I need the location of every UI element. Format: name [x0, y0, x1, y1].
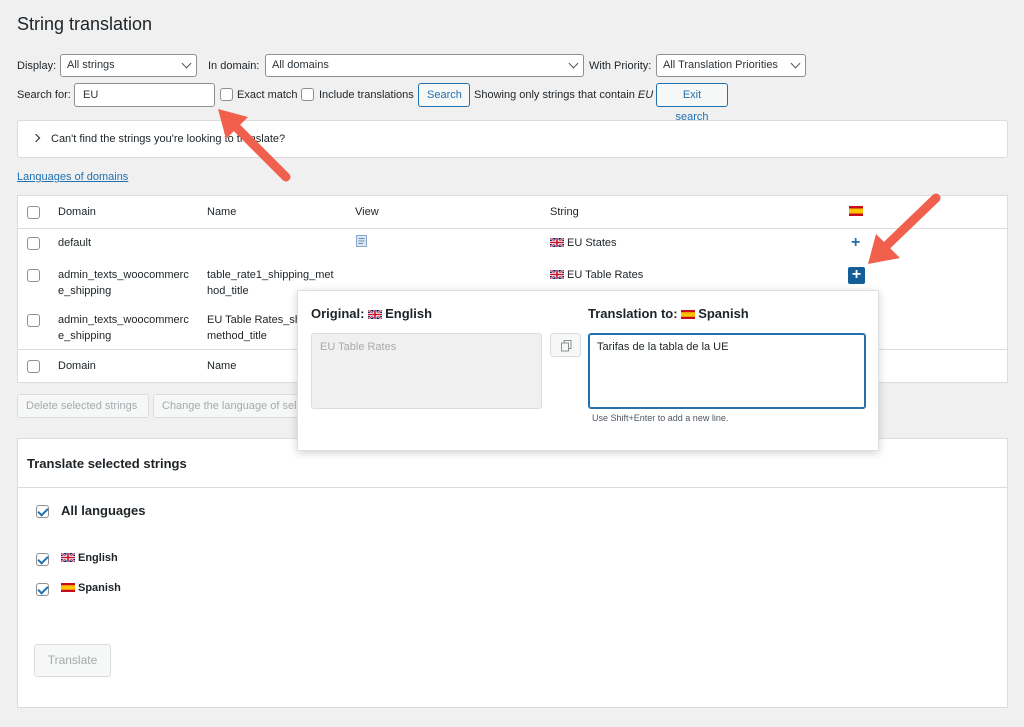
help-notice[interactable]: Can't find the strings you're looking to… [17, 120, 1008, 158]
translation-heading: Translation to: Spanish [588, 306, 749, 321]
newline-hint: Use Shift+Enter to add a new line. [592, 413, 729, 423]
page-title: String translation [17, 14, 153, 34]
row-domain: default [58, 237, 92, 249]
search-input[interactable]: EU [74, 83, 215, 107]
all-languages-checkbox[interactable] [36, 505, 49, 518]
header-divider [18, 228, 1007, 229]
exact-match-checkbox[interactable] [220, 88, 233, 101]
domain-label: In domain: [208, 60, 260, 72]
row-domain-line2: e_shipping [58, 285, 112, 297]
search-button[interactable]: Search [418, 83, 470, 107]
showing-status: Showing only strings that contain EU [474, 89, 653, 101]
translation-textarea[interactable]: Tarifas de la tabla de la UE [588, 333, 866, 409]
translate-button[interactable]: Translate [34, 644, 111, 677]
annotation-arrow-icon [218, 109, 291, 182]
languages-of-domains-link[interactable]: Languages of domains [17, 171, 128, 183]
row-checkbox[interactable] [27, 314, 40, 327]
original-heading: Original: English [311, 306, 432, 321]
select-all-checkbox[interactable] [27, 206, 40, 219]
original-textarea: EU Table Rates [311, 333, 542, 409]
display-label: Display: [17, 60, 57, 72]
annotation-arrow-icon [868, 193, 941, 264]
exit-search-button[interactable]: Exit search [656, 83, 728, 123]
row-string-text: EU Table Rates [567, 269, 644, 281]
add-translation-plus-icon[interactable]: + [851, 234, 860, 252]
row-checkbox[interactable] [27, 237, 40, 250]
english-language-label: English [61, 552, 118, 564]
spanish-flag-icon [61, 583, 75, 592]
row-name: EU Table Rates_sh method_title [207, 312, 301, 344]
translate-section-divider [18, 487, 1007, 488]
original-label: Original: [311, 306, 365, 321]
row-domain-line2: e_shipping [58, 330, 112, 342]
spanish-language-label: Spanish [61, 582, 121, 594]
row-name-line1: table_rate1_shipping_met [207, 269, 334, 281]
priority-label: With Priority: [589, 60, 652, 72]
copy-icon [561, 340, 572, 352]
display-select-value: All strings [67, 59, 115, 71]
domain-select-value: All domains [272, 59, 329, 71]
document-icon[interactable] [356, 235, 367, 247]
row-string-text: EU States [567, 237, 617, 249]
domain-select[interactable]: All domains [265, 54, 584, 77]
col-view: View [355, 206, 379, 218]
english-checkbox[interactable] [36, 553, 49, 566]
chevron-down-icon [181, 58, 192, 69]
row-domain: admin_texts_woocommerc e_shipping [58, 267, 189, 299]
spanish-flag-icon [849, 206, 863, 216]
row-string: EU Table Rates [550, 267, 643, 283]
uk-flag-icon [368, 310, 383, 319]
uk-flag-icon [550, 238, 564, 247]
all-languages-label: All languages [61, 503, 146, 518]
translate-section-title: Translate selected strings [27, 456, 187, 471]
col-domain-footer[interactable]: Domain [58, 360, 96, 372]
spanish-flag-icon [681, 310, 696, 319]
translation-language: Spanish [698, 306, 749, 321]
col-name[interactable]: Name [207, 206, 236, 218]
row-string: EU States [550, 235, 617, 251]
col-name-footer[interactable]: Name [207, 360, 236, 372]
copy-original-button[interactable] [550, 333, 581, 357]
showing-term: EU [637, 89, 654, 101]
exact-match-label: Exact match [237, 89, 298, 101]
col-string[interactable]: String [550, 206, 579, 218]
chevron-down-icon [568, 58, 579, 69]
select-all-footer-checkbox[interactable] [27, 360, 40, 373]
uk-flag-icon [61, 553, 75, 562]
original-language: English [385, 306, 433, 321]
display-select[interactable]: All strings [60, 54, 197, 77]
row-domain: admin_texts_woocommerc e_shipping [58, 312, 189, 344]
translation-label: Translation to: [588, 306, 678, 321]
search-label: Search for: [17, 89, 71, 101]
showing-prefix: Showing only strings that contain [474, 89, 635, 101]
include-translations-checkbox[interactable] [301, 88, 314, 101]
spanish-checkbox[interactable] [36, 583, 49, 596]
delete-selected-button[interactable]: Delete selected strings [17, 394, 149, 418]
english-text: English [78, 552, 118, 564]
include-translations-label: Include translations [319, 89, 414, 101]
translation-popup: Original: English EU Table Rates Transla… [297, 290, 879, 451]
col-domain[interactable]: Domain [58, 206, 96, 218]
row-domain-line1: admin_texts_woocommerc [58, 269, 189, 281]
row-name-line1: EU Table Rates_sh [207, 314, 301, 326]
row-domain-line1: admin_texts_woocommerc [58, 314, 189, 326]
chevron-down-icon [790, 58, 801, 69]
add-translation-active-plus-icon[interactable]: + [848, 267, 865, 284]
priority-select-value: All Translation Priorities [663, 59, 778, 71]
translate-selected-panel [17, 438, 1008, 708]
change-language-button[interactable]: Change the language of sele [153, 394, 301, 418]
row-name-line2: method_title [207, 330, 267, 342]
row-checkbox[interactable] [27, 269, 40, 282]
priority-select[interactable]: All Translation Priorities [656, 54, 806, 77]
spanish-text: Spanish [78, 582, 121, 594]
chevron-right-icon [31, 133, 41, 143]
uk-flag-icon [550, 270, 564, 279]
